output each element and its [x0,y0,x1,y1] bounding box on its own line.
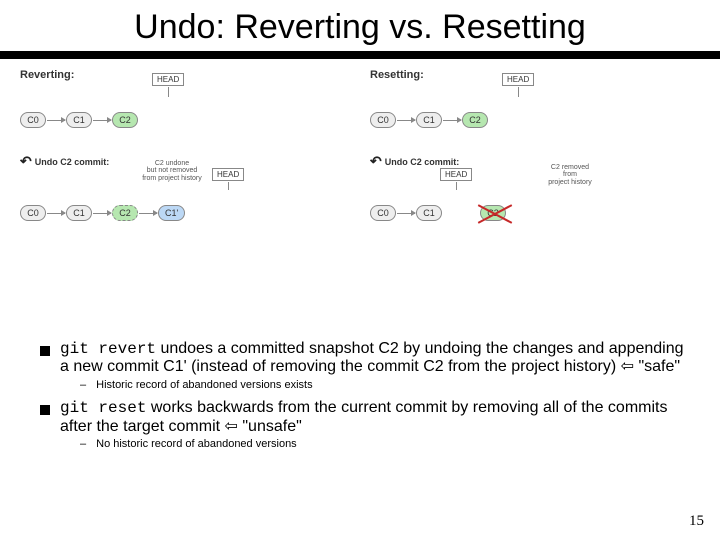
node-c2: C2 [112,112,138,128]
node-c1: C1 [66,205,92,221]
left-arrow-icon: ⇦ [621,358,634,375]
node-c1: C1 [416,112,442,128]
note-right: C2 removed from project history [535,164,605,186]
node-c1: C1 [66,112,92,128]
reverting-panel: Reverting: HEAD C0 C1 C2 ↶ Undo C2 commi… [20,69,350,244]
page-number: 15 [689,513,704,530]
node-c0: C0 [370,205,396,221]
arrow-icon [93,213,111,214]
bullet-revert-text: git revert undoes a committed snapshot C… [60,340,690,377]
node-c1p: C1' [158,205,185,221]
dash-icon: – [80,379,86,392]
head-pointer [518,87,519,97]
dash-icon: – [80,438,86,451]
sub-bullet-reset: – No historic record of abandoned versio… [80,438,690,451]
undo-arrow-icon: ↶ [370,153,382,170]
bullet-list: git revert undoes a committed snapshot C… [40,340,690,459]
sub-revert-text: Historic record of abandoned versions ex… [96,379,312,392]
bullet-square-icon [40,346,50,356]
node-c0: C0 [370,112,396,128]
bullet-square-icon [40,405,50,415]
reverting-label: Reverting: [20,69,350,81]
node-c0: C0 [20,205,46,221]
arrow-icon [93,120,111,121]
diagram-area: Reverting: HEAD C0 C1 C2 ↶ Undo C2 commi… [0,59,720,244]
bullet-reset-text: git reset works backwards from the curre… [60,399,690,436]
arrow-icon [47,213,65,214]
undo-text: Undo C2 commit: [35,157,110,167]
arrow-icon [47,120,65,121]
node-c0: C0 [20,112,46,128]
head-box: HEAD [502,73,534,86]
node-c2: C2 [462,112,488,128]
reset-desc: works backwards from the current commit … [60,399,667,434]
title-underline [0,51,720,59]
code-reset: git reset [60,399,146,417]
undo-arrow-icon: ↶ [20,153,32,170]
undo-text: Undo C2 commit: [385,157,460,167]
node-c1: C1 [416,205,442,221]
head-pointer [228,182,229,190]
revert-tag: "safe" [634,358,680,375]
resetting-row-1: HEAD C0 C1 C2 [370,95,700,145]
head-pointer [456,182,457,190]
bullet-revert: git revert undoes a committed snapshot C… [40,340,690,377]
resetting-panel: Resetting: HEAD C0 C1 C2 ↶ Undo C2 commi… [370,69,700,244]
node-c2-removed: C2 [480,205,506,221]
bullet-reset: git reset works backwards from the curre… [40,399,690,436]
sub-bullet-revert: – Historic record of abandoned versions … [80,379,690,392]
sub-reset-text: No historic record of abandoned versions [96,438,297,451]
arrow-icon [443,120,461,121]
resetting-row-2: C2 removed from project history HEAD C0 … [370,188,700,238]
head-pointer [168,87,169,97]
note-left: C2 undone but not removed from project h… [132,160,212,182]
arrow-icon [397,120,415,121]
reverting-row-1: HEAD C0 C1 C2 [20,95,350,145]
reverting-row-2: C2 undone but not removed from project h… [20,188,350,238]
arrow-icon [139,213,157,214]
node-c2-dashed: C2 [112,205,138,221]
resetting-label: Resetting: [370,69,700,81]
arrow-icon [397,213,415,214]
head-box: HEAD [440,168,472,181]
head-box: HEAD [152,73,184,86]
head-box: HEAD [212,168,244,181]
reset-tag: "unsafe" [238,418,302,435]
page-title: Undo: Reverting vs. Resetting [0,0,720,51]
left-arrow-icon: ⇦ [225,418,238,435]
code-revert: git revert [60,340,156,358]
